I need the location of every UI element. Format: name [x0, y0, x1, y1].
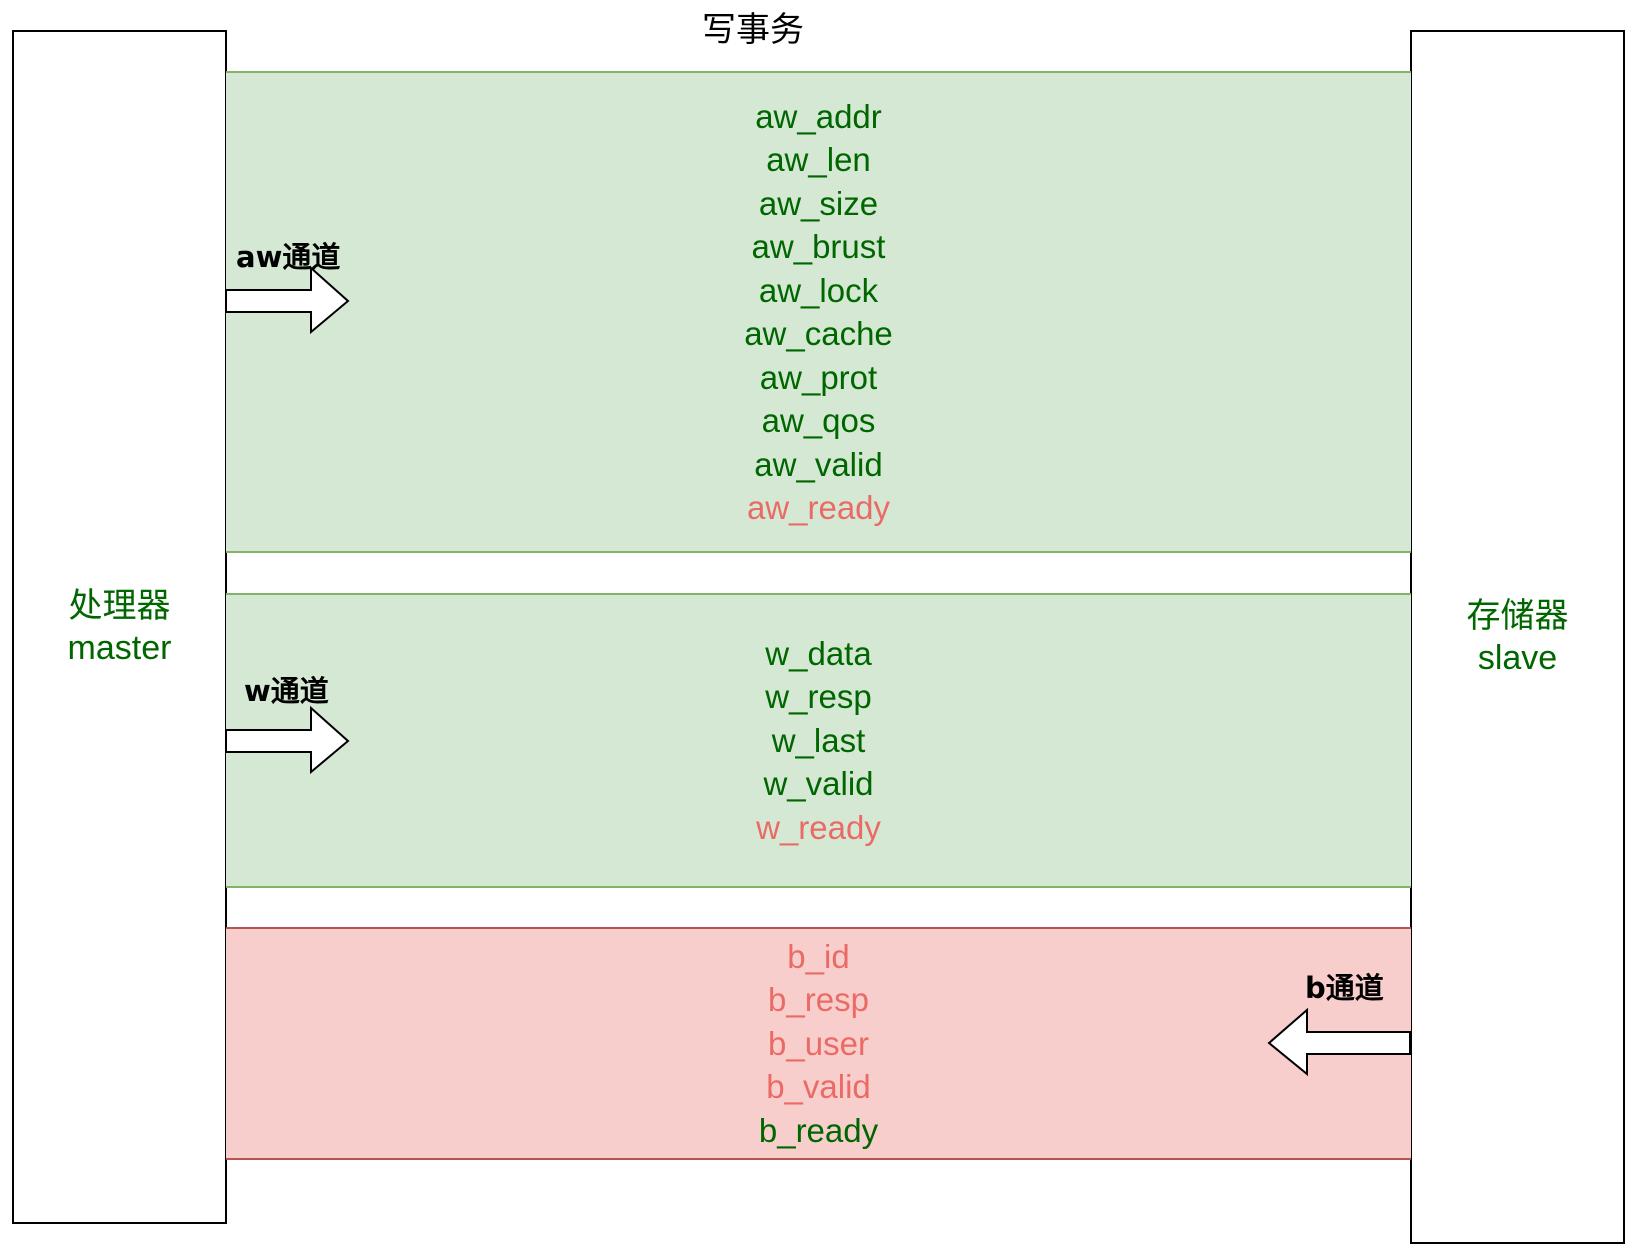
signal-name: b_ready [758, 1111, 879, 1149]
aw-arrow-right-icon [225, 265, 350, 335]
diagram-title: 写事务 [702, 10, 804, 50]
w-signal-list: w_data w_resp w_last w_valid w_ready [756, 632, 881, 850]
aw-channel: aw_addr aw_len aw_size aw_brust aw_lock aw_ca… [226, 71, 1411, 553]
b-arrow-left-icon [1267, 1007, 1411, 1077]
w-channel-label: w通道 [244, 674, 329, 708]
signal-name: b_user [768, 1024, 869, 1062]
signal-name: w_ready [756, 808, 881, 846]
signal-name: aw_len [766, 141, 871, 178]
signal-name: b_valid [766, 1068, 871, 1106]
w-arrow-right-icon [225, 705, 350, 775]
signal-name: w_data [765, 634, 872, 672]
b-channel: b_id b_resp b_user b_valid b_ready [226, 927, 1411, 1160]
signal-name: aw_brust [751, 228, 886, 265]
signal-name: aw_prot [759, 358, 878, 396]
slave-box: 存储器 slave [1410, 30, 1625, 1244]
signal-name: aw_valid [754, 445, 883, 483]
aw-signal-list: aw_addr aw_len aw_size aw_brust aw_lock aw_ca… [744, 95, 893, 530]
signal-name: w_last [771, 721, 866, 759]
signal-name: aw_cache [744, 315, 893, 352]
signal-name: aw_addr [755, 97, 882, 135]
w-channel: w_data w_resp w_last w_valid w_ready [226, 593, 1411, 888]
master-label-cn: 处理器 [68, 587, 171, 625]
signal-name: aw_lock [758, 271, 879, 309]
b-signal-list: b_id b_resp b_user b_valid b_ready [759, 935, 878, 1153]
signal-name: w_valid [763, 765, 874, 803]
signal-name: aw_ready [746, 489, 891, 526]
signal-name: aw_size [758, 184, 879, 222]
b-channel-label: b通道 [1305, 971, 1384, 1005]
signal-name: b_id [787, 937, 850, 975]
master-label-en: master [67, 629, 172, 667]
signal-name: aw_qos [761, 402, 876, 439]
signal-name: b_resp [768, 981, 869, 1019]
master-box: 处理器 master [12, 30, 227, 1224]
slave-label-en: slave [1477, 639, 1558, 677]
signal-name: w_resp [765, 678, 872, 716]
slave-label-cn: 存储器 [1466, 597, 1569, 635]
